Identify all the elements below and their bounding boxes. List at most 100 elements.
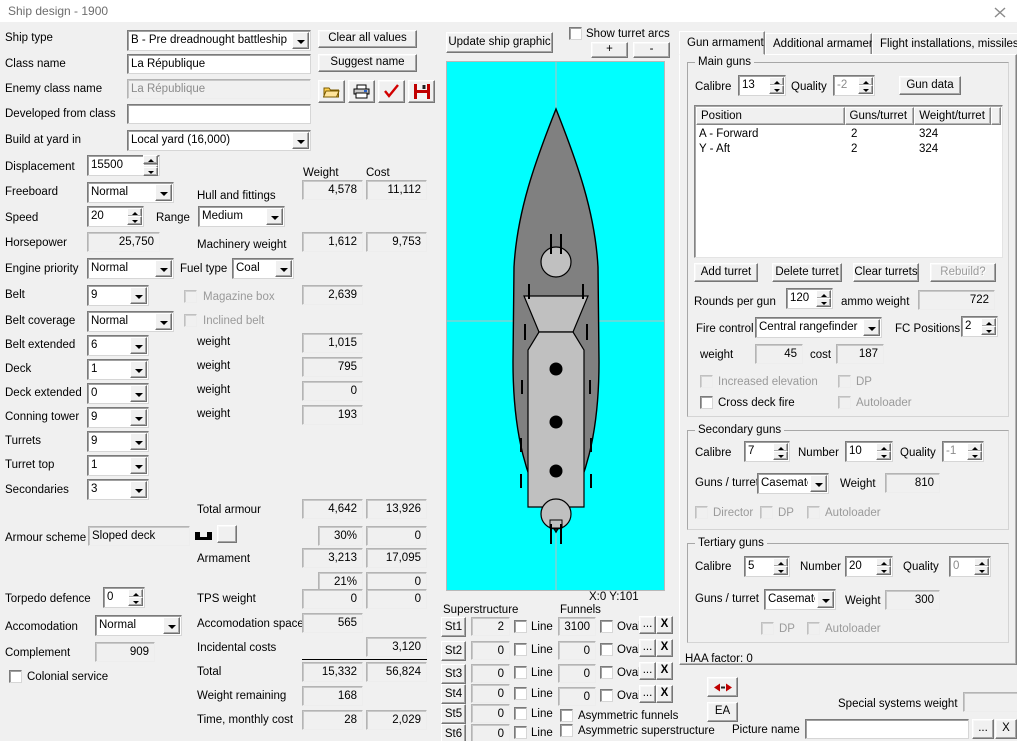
ship-type-combo[interactable]: B - Pre dreadnought battleship — [127, 30, 311, 51]
displacement-extra-spinner[interactable] — [143, 155, 158, 176]
funnel-browse-button[interactable]: ... — [639, 639, 656, 657]
picture-browse-button[interactable]: ... — [972, 719, 994, 739]
chevron-down-icon[interactable] — [155, 184, 172, 201]
superstructure-line-checkbox[interactable] — [514, 666, 527, 679]
main-quality-spinner[interactable]: -2 — [833, 75, 875, 96]
funnel-oval-checkbox[interactable] — [600, 666, 613, 679]
enemy-class-name-input[interactable]: La République — [127, 79, 311, 99]
fuel-type-combo[interactable]: Coal — [232, 258, 294, 279]
spinner-down-icon[interactable] — [773, 566, 788, 575]
superstructure-line-checkbox[interactable] — [514, 687, 527, 700]
chevron-down-icon[interactable] — [155, 313, 172, 330]
ea-button[interactable]: EA — [707, 702, 738, 722]
superstructure-button-st5[interactable]: St5 — [441, 704, 466, 724]
spinner-down-icon[interactable] — [816, 298, 831, 307]
folder-open-icon[interactable] — [318, 80, 345, 103]
freeboard-combo[interactable]: Normal — [87, 182, 174, 203]
secondary-quality-spinner[interactable]: -1 — [942, 441, 984, 462]
turrets-combo[interactable]: 9 — [87, 431, 149, 452]
chevron-down-icon[interactable] — [130, 337, 147, 354]
deck-extended-combo[interactable]: 0 — [87, 383, 149, 404]
deck-combo[interactable]: 1 — [87, 359, 149, 380]
chevron-down-icon[interactable] — [292, 132, 309, 149]
chevron-down-icon[interactable] — [130, 361, 147, 378]
turret-col-guns[interactable]: Guns/turret — [844, 107, 915, 125]
spinner-down-icon[interactable] — [128, 597, 143, 606]
clear-all-values-button[interactable]: Clear all values — [318, 30, 417, 48]
tertiary-quality-spinner[interactable]: 0 — [949, 556, 991, 577]
belt-combo[interactable]: 9 — [87, 285, 149, 306]
table-row[interactable]: A - Forward 2 324 — [697, 127, 1002, 142]
superstructure-line-checkbox[interactable] — [514, 643, 527, 656]
fc-positions-spinner[interactable]: 2 — [961, 316, 998, 337]
picture-clear-button[interactable]: X — [995, 719, 1017, 739]
spinner-down-icon[interactable] — [967, 451, 982, 460]
chevron-down-icon[interactable] — [266, 208, 283, 225]
spinner-down-icon[interactable] — [143, 167, 158, 176]
funnel-oval-checkbox[interactable] — [600, 643, 613, 656]
spinner-down-icon[interactable] — [773, 451, 788, 460]
chevron-down-icon[interactable] — [130, 481, 147, 498]
asymmetric-superstructure-checkbox[interactable] — [560, 724, 573, 737]
developed-from-class-input[interactable] — [127, 104, 311, 124]
chevron-down-icon[interactable] — [155, 260, 172, 277]
turret-col-weight[interactable]: Weight/turret — [914, 107, 992, 125]
suggest-name-button[interactable]: Suggest name — [318, 54, 417, 72]
armour-scheme-toggle-button[interactable] — [217, 525, 237, 543]
chevron-down-icon[interactable] — [130, 385, 147, 402]
fire-control-combo[interactable]: Central rangefinder — [755, 317, 882, 338]
range-combo[interactable]: Medium — [198, 206, 285, 227]
superstructure-button-st1[interactable]: St1 — [441, 617, 466, 637]
gun-data-button[interactable]: Gun data — [899, 76, 961, 95]
chevron-down-icon[interactable] — [275, 260, 292, 277]
spinner-down-icon[interactable] — [769, 85, 784, 94]
colonial-service-checkbox[interactable] — [9, 670, 22, 683]
build-at-yard-combo[interactable]: Local yard (16,000) — [127, 130, 311, 151]
turret-col-position[interactable]: Position — [696, 107, 845, 125]
chevron-down-icon[interactable] — [817, 591, 834, 608]
secondary-guns-per-turret-combo[interactable]: Casemates — [757, 473, 829, 494]
spinner-down-icon[interactable] — [974, 566, 989, 575]
chevron-down-icon[interactable] — [130, 457, 147, 474]
floppy-disk-save-icon[interactable] — [408, 80, 435, 103]
turret-table[interactable]: Position Guns/turret Weight/turret A - F… — [694, 105, 1003, 258]
secondary-number-spinner[interactable]: 10 — [845, 441, 893, 462]
main-calibre-spinner[interactable]: 13 — [738, 75, 786, 96]
tab-gun-armament[interactable]: Gun armament — [679, 31, 765, 55]
clear-turrets-button[interactable]: Clear turrets — [853, 263, 919, 282]
tab-flight-installations-missiles[interactable]: Flight installations, missiles — [872, 33, 1017, 55]
chevron-down-icon[interactable] — [130, 433, 147, 450]
spinner-down-icon[interactable] — [858, 85, 873, 94]
speed-spinner[interactable]: 20 — [87, 206, 144, 227]
chevron-down-icon[interactable] — [810, 475, 827, 492]
superstructure-line-checkbox[interactable] — [514, 726, 527, 739]
cross-deck-fire-checkbox[interactable] — [700, 396, 713, 409]
funnel-delete-button[interactable]: X — [656, 662, 673, 680]
engine-priority-combo[interactable]: Normal — [87, 258, 174, 279]
secondary-calibre-spinner[interactable]: 7 — [744, 441, 790, 462]
update-ship-graphic-button[interactable]: Update ship graphic — [446, 32, 553, 53]
chevron-down-icon[interactable] — [863, 319, 880, 336]
tab-additional-armament[interactable]: Additional armament — [765, 33, 878, 55]
superstructure-button-st6[interactable]: St6 — [441, 724, 466, 741]
conning-tower-combo[interactable]: 9 — [87, 407, 149, 428]
zoom-out-button[interactable]: - — [633, 42, 670, 58]
superstructure-line-checkbox[interactable] — [514, 707, 527, 720]
close-icon[interactable] — [989, 3, 1011, 21]
superstructure-button-st3[interactable]: St3 — [441, 664, 466, 684]
show-turret-arcs-checkbox[interactable] — [569, 27, 582, 40]
spinner-down-icon[interactable] — [127, 216, 142, 225]
picture-name-input[interactable] — [805, 719, 969, 739]
turret-top-combo[interactable]: 1 — [87, 455, 149, 476]
funnel-browse-button[interactable]: ... — [639, 616, 656, 634]
superstructure-line-checkbox[interactable] — [514, 620, 527, 633]
rounds-per-gun-spinner[interactable]: 120 — [786, 288, 833, 309]
funnel-browse-button[interactable]: ... — [639, 662, 656, 680]
asymmetric-funnels-checkbox[interactable] — [560, 709, 573, 722]
superstructure-button-st4[interactable]: St4 — [441, 684, 466, 704]
chevron-down-icon[interactable] — [130, 287, 147, 304]
spinner-up-icon[interactable] — [143, 155, 158, 164]
tertiary-number-spinner[interactable]: 20 — [845, 556, 893, 577]
accomodation-combo[interactable]: Normal — [95, 615, 182, 636]
spinner-down-icon[interactable] — [876, 451, 891, 460]
